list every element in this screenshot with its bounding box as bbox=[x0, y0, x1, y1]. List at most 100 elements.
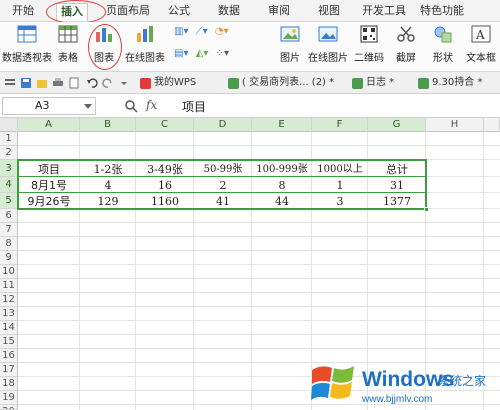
row-header-16[interactable]: 16 bbox=[0, 349, 18, 363]
tab-formulas[interactable]: 公式 bbox=[164, 3, 194, 21]
row-header-14[interactable]: 14 bbox=[0, 321, 18, 335]
online-picture-button[interactable]: 在线图片 bbox=[306, 24, 350, 64]
table-button[interactable]: 表格 bbox=[54, 24, 82, 64]
pie-chart-icon[interactable]: ◔▾ bbox=[215, 26, 229, 37]
tab-data[interactable]: 数据 bbox=[214, 3, 244, 21]
row-header-3[interactable]: 3 bbox=[0, 160, 18, 177]
save-icon[interactable] bbox=[20, 77, 32, 89]
name-box-dropdown-icon[interactable] bbox=[84, 104, 92, 109]
column-header-h[interactable]: H bbox=[426, 118, 484, 132]
cell-g4[interactable]: 31 bbox=[368, 178, 426, 193]
chart-button[interactable]: 图表 bbox=[90, 24, 118, 64]
row-header-19[interactable]: 19 bbox=[0, 391, 18, 405]
row-header-8[interactable]: 8 bbox=[0, 237, 18, 251]
cell-a5[interactable]: 9月26号 bbox=[18, 194, 80, 209]
shapes-button[interactable]: 形状 bbox=[426, 24, 460, 64]
doc-tab-dealer-list[interactable]: ( 交易商列表... (2) * bbox=[228, 75, 334, 92]
wps-logo-icon bbox=[140, 78, 151, 89]
formula-input[interactable]: 项目 bbox=[182, 98, 206, 115]
dropdown-arrow-icon[interactable] bbox=[118, 77, 130, 89]
cell-g5[interactable]: 1377 bbox=[368, 194, 426, 209]
open-folder-icon[interactable] bbox=[36, 77, 48, 89]
undo-icon[interactable] bbox=[86, 77, 98, 89]
row-header-10[interactable]: 10 bbox=[0, 265, 18, 279]
doc-tab-my-wps[interactable]: 我的WPS bbox=[140, 75, 196, 92]
cell-f5[interactable]: 3 bbox=[312, 194, 368, 209]
fx-icon[interactable]: fx bbox=[146, 98, 157, 112]
fill-handle[interactable] bbox=[424, 207, 429, 212]
doc-tab-log[interactable]: 日志 * bbox=[352, 75, 394, 92]
column-header-i[interactable] bbox=[484, 118, 500, 132]
cell-f4[interactable]: 1 bbox=[312, 178, 368, 193]
cell-e5[interactable]: 44 bbox=[252, 194, 312, 209]
shapes-icon bbox=[432, 24, 454, 44]
column-header-d[interactable]: D bbox=[194, 118, 252, 132]
row-header-17[interactable]: 17 bbox=[0, 363, 18, 377]
chart-types-row-1[interactable]: ▥▾ ⟋▾ ◔▾ bbox=[174, 26, 229, 37]
chart-types-row-2[interactable]: ▤▾ ◭▾ ⁘▾ bbox=[174, 48, 229, 59]
cell-g3[interactable]: 总计 bbox=[368, 162, 426, 177]
row-header-11[interactable]: 11 bbox=[0, 279, 18, 293]
cell-b3[interactable]: 1-2张 bbox=[80, 162, 136, 177]
print-icon[interactable] bbox=[52, 77, 64, 89]
column-header-b[interactable]: B bbox=[80, 118, 136, 132]
row-header-6[interactable]: 6 bbox=[0, 209, 18, 223]
name-box[interactable]: A3 bbox=[2, 97, 96, 115]
cell-d3[interactable]: 50-99张 bbox=[194, 162, 252, 177]
doc-tab-label: 9.30持合 * bbox=[432, 77, 483, 88]
select-all-corner[interactable] bbox=[0, 118, 18, 132]
scatter-chart-icon[interactable]: ⁘▾ bbox=[216, 48, 229, 59]
bar-chart-icon[interactable]: ▤▾ bbox=[174, 48, 188, 59]
doc-tab-holdings[interactable]: 9.30持合 * bbox=[418, 75, 482, 92]
column-header-c[interactable]: C bbox=[136, 118, 194, 132]
tab-developer[interactable]: 开发工具 bbox=[358, 3, 410, 21]
pivot-table-button[interactable]: 数据透视表 bbox=[2, 24, 52, 64]
column-header-g[interactable]: G bbox=[368, 118, 426, 132]
cell-d5[interactable]: 41 bbox=[194, 194, 252, 209]
cell-a3[interactable]: 项目 bbox=[18, 162, 80, 177]
online-chart-button[interactable]: 在线图表 bbox=[120, 24, 170, 64]
row-header-20[interactable]: 20 bbox=[0, 405, 18, 410]
zoom-search-icon[interactable] bbox=[124, 99, 138, 113]
textbox-button[interactable]: A 文本框 bbox=[462, 24, 500, 64]
line-chart-icon[interactable]: ⟋▾ bbox=[196, 26, 208, 37]
row-header-15[interactable]: 15 bbox=[0, 335, 18, 349]
tab-insert[interactable]: 插入 bbox=[56, 3, 88, 21]
screenshot-button[interactable]: 截屏 bbox=[388, 24, 424, 64]
picture-button[interactable]: 图片 bbox=[276, 24, 304, 64]
area-chart-icon[interactable]: ◭▾ bbox=[196, 48, 209, 59]
cell-a4[interactable]: 8月1号 bbox=[18, 178, 80, 193]
tab-review[interactable]: 审阅 bbox=[264, 3, 294, 21]
cell-b5[interactable]: 129 bbox=[80, 194, 136, 209]
cell-b4[interactable]: 4 bbox=[80, 178, 136, 193]
row-header-9[interactable]: 9 bbox=[0, 251, 18, 265]
cell-d4[interactable]: 2 bbox=[194, 178, 252, 193]
column-chart-icon[interactable]: ▥▾ bbox=[174, 26, 188, 37]
redo-icon[interactable] bbox=[102, 77, 114, 89]
row-header-7[interactable]: 7 bbox=[0, 223, 18, 237]
textbox-label: 文本框 bbox=[466, 53, 496, 64]
row-header-13[interactable]: 13 bbox=[0, 307, 18, 321]
tab-special[interactable]: 特色功能 bbox=[416, 3, 468, 21]
cell-c5[interactable]: 1160 bbox=[136, 194, 194, 209]
cell-e3[interactable]: 100-999张 bbox=[252, 162, 312, 177]
menu-icon[interactable] bbox=[4, 77, 16, 89]
qrcode-button[interactable]: 二维码 bbox=[352, 24, 386, 64]
column-header-e[interactable]: E bbox=[252, 118, 312, 132]
row-header-2[interactable]: 2 bbox=[0, 146, 18, 160]
row-header-1[interactable]: 1 bbox=[0, 132, 18, 146]
cell-e4[interactable]: 8 bbox=[252, 178, 312, 193]
row-header-18[interactable]: 18 bbox=[0, 377, 18, 391]
cell-c4[interactable]: 16 bbox=[136, 178, 194, 193]
tab-page-layout[interactable]: 页面布局 bbox=[102, 3, 154, 21]
cell-c3[interactable]: 3-49张 bbox=[136, 162, 194, 177]
row-header-4[interactable]: 4 bbox=[0, 177, 18, 193]
row-header-12[interactable]: 12 bbox=[0, 293, 18, 307]
column-header-f[interactable]: F bbox=[312, 118, 368, 132]
tab-home[interactable]: 开始 bbox=[8, 3, 38, 21]
print-preview-icon[interactable] bbox=[68, 77, 80, 89]
cell-f3[interactable]: 1000以上 bbox=[312, 162, 368, 177]
tab-view[interactable]: 视图 bbox=[314, 3, 344, 21]
row-header-5[interactable]: 5 bbox=[0, 193, 18, 209]
column-header-a[interactable]: A bbox=[18, 118, 80, 132]
